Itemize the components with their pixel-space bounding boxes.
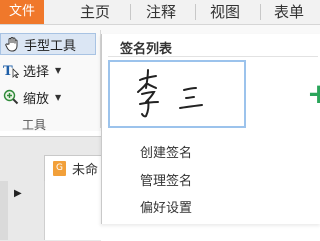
menu-separator bbox=[260, 4, 261, 20]
create-signature-item[interactable]: 创建签名 bbox=[140, 142, 192, 161]
zoom-icon bbox=[3, 89, 19, 105]
pdf-file-icon: G bbox=[53, 161, 66, 176]
chevron-down-icon[interactable]: ▼ bbox=[55, 66, 61, 75]
svg-text:T: T bbox=[3, 64, 13, 78]
divider bbox=[108, 56, 318, 57]
menu-separator bbox=[195, 4, 196, 20]
select-tool-button[interactable]: T 选择 ▼ bbox=[0, 59, 96, 81]
document-tab[interactable]: G 未命 bbox=[44, 155, 104, 181]
zoom-tool-label: 缩放 bbox=[23, 91, 50, 107]
signature-thumbnail[interactable] bbox=[108, 60, 246, 128]
document-page bbox=[44, 181, 102, 240]
handwritten-signature-image bbox=[137, 69, 203, 118]
manage-signatures-item[interactable]: 管理签名 bbox=[140, 170, 192, 189]
add-signature-icon[interactable]: + bbox=[307, 80, 320, 108]
zoom-tool-button[interactable]: 缩放 ▼ bbox=[0, 86, 96, 108]
hand-tool-button[interactable]: 手型工具 bbox=[0, 33, 96, 55]
document-tab-label: 未命 bbox=[72, 163, 99, 178]
signature-list-title: 签名列表 bbox=[120, 42, 173, 57]
text-cursor-icon: T bbox=[3, 62, 19, 78]
file-menu-tab[interactable]: 文件 bbox=[0, 0, 44, 24]
menu-view[interactable]: 视图 bbox=[210, 0, 240, 24]
menu-form[interactable]: 表单 bbox=[274, 0, 304, 24]
expand-arrow-icon[interactable]: ▶ bbox=[14, 188, 22, 199]
side-panel-strip[interactable] bbox=[0, 181, 8, 240]
select-tool-label: 选择 bbox=[23, 64, 50, 80]
menu-separator bbox=[130, 4, 131, 20]
signature-dropdown-panel: 签名列表 + 创建签名 管理签名 偏好设置 bbox=[101, 34, 320, 224]
preferences-item[interactable]: 偏好设置 bbox=[140, 197, 192, 216]
menu-home[interactable]: 主页 bbox=[80, 0, 110, 24]
menu-annotate[interactable]: 注释 bbox=[146, 0, 176, 24]
hand-icon bbox=[4, 36, 20, 52]
chevron-down-icon[interactable]: ▼ bbox=[55, 93, 61, 102]
tools-group-label: 工具 bbox=[22, 118, 47, 132]
hand-tool-label: 手型工具 bbox=[24, 38, 77, 54]
